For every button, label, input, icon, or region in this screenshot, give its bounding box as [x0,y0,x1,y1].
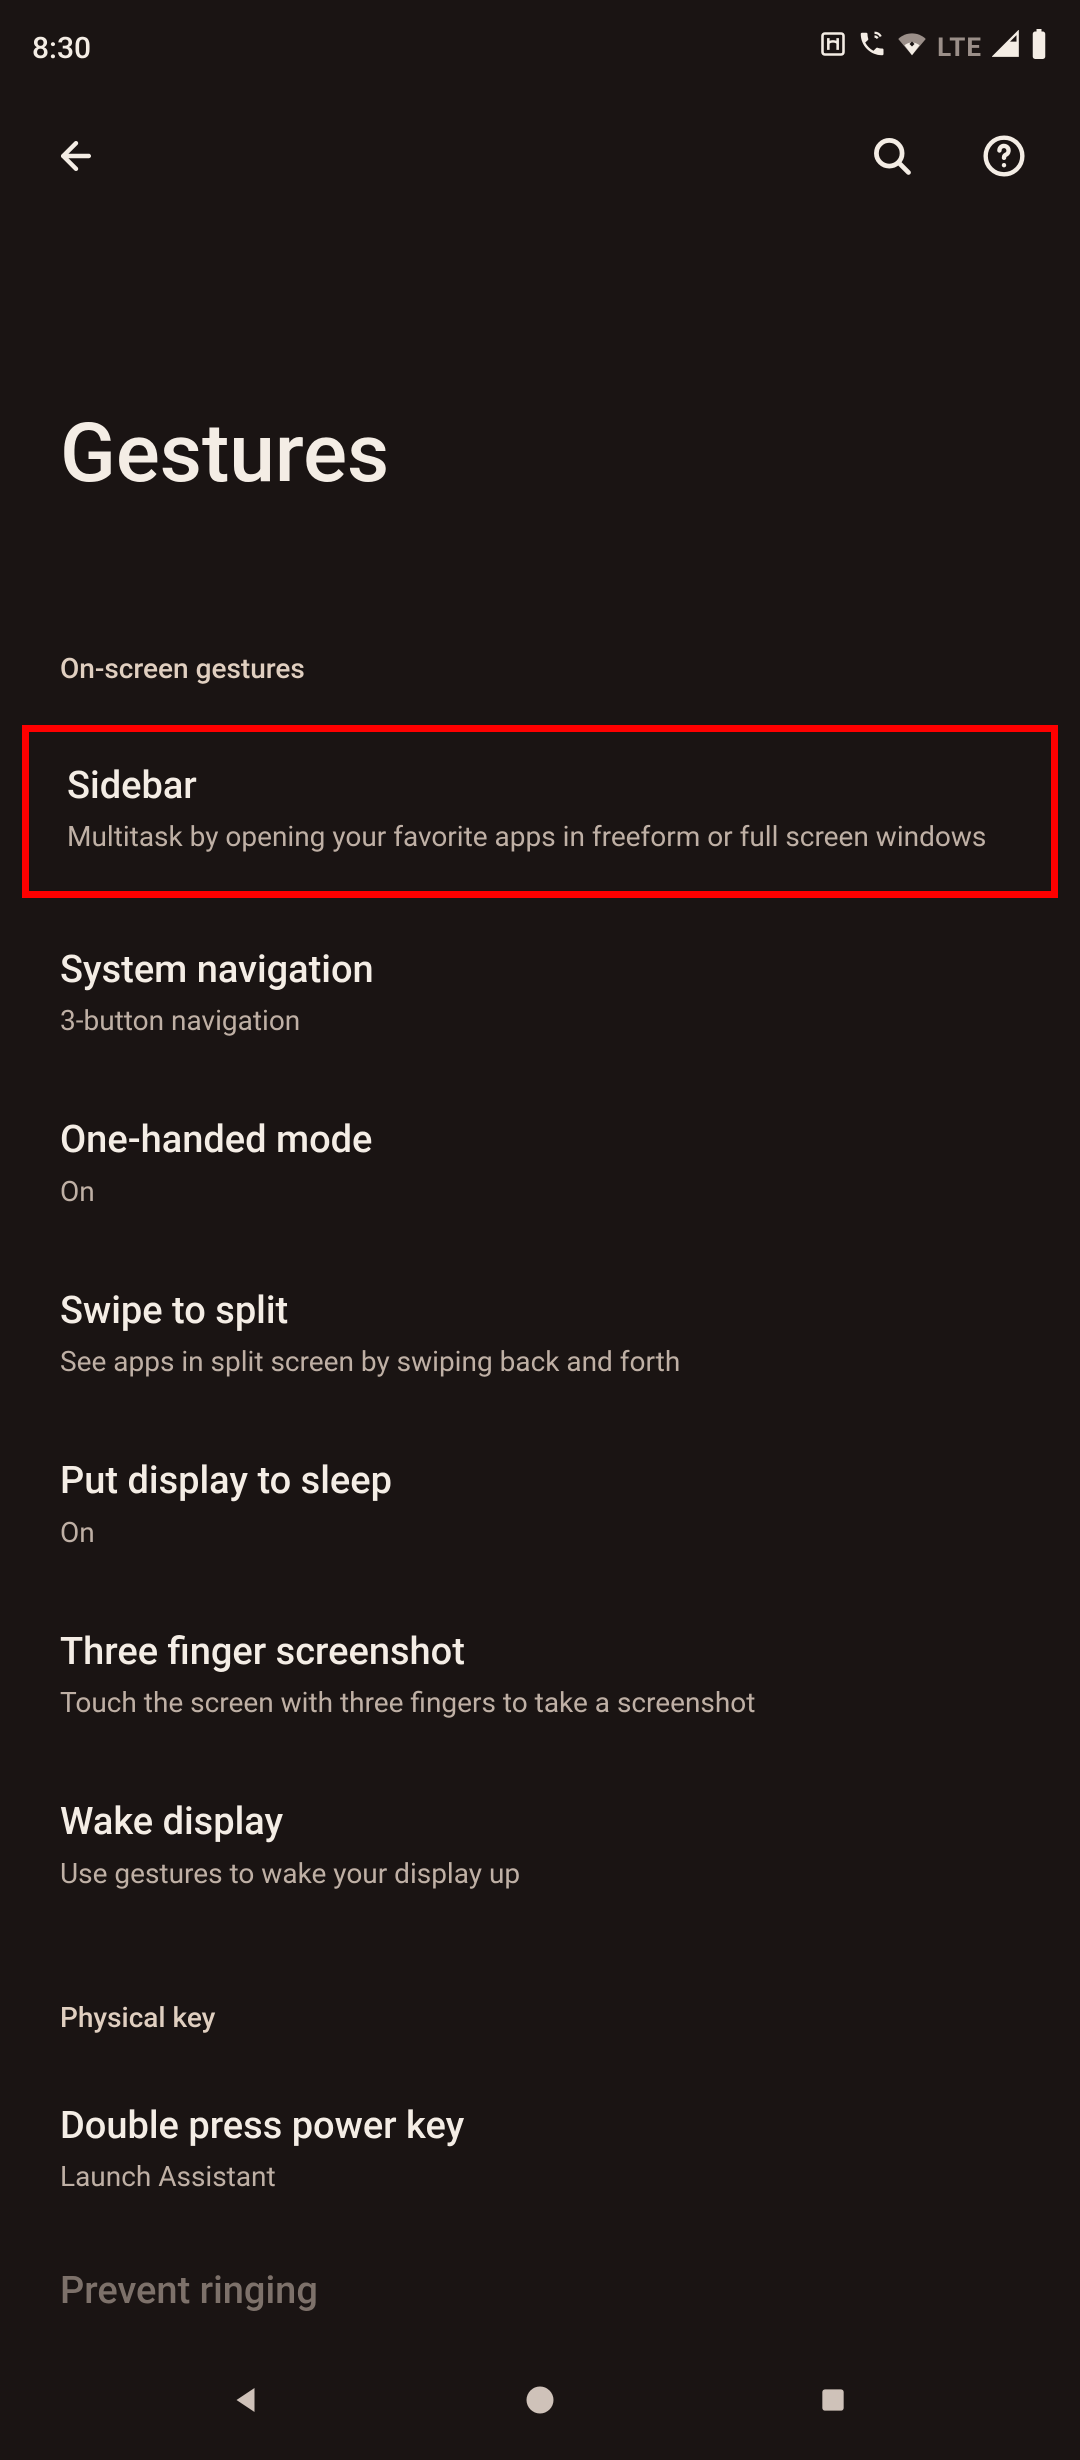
signal-icon [992,30,1020,66]
setting-subtitle: Use gestures to wake your display up [60,1854,1020,1893]
setting-subtitle: Touch the screen with three fingers to t… [60,1683,1020,1722]
setting-subtitle: On [60,1513,1020,1552]
setting-double-press-power-key[interactable]: Double press power key Launch Assistant [0,2064,1080,2235]
wifi-calling-icon [857,29,887,67]
setting-three-finger-screenshot[interactable]: Three finger screenshot Touch the screen… [0,1590,1080,1761]
nfc-icon [819,30,847,66]
setting-title: System navigation [60,946,1020,995]
nav-back-button[interactable] [207,2360,287,2440]
setting-prevent-ringing-cutoff[interactable]: Prevent ringing [0,2235,1080,2313]
app-bar [0,96,1080,216]
setting-title: Swipe to split [60,1287,1020,1336]
setting-title: Wake display [60,1798,1020,1847]
help-button[interactable] [968,120,1040,192]
setting-title: Three finger screenshot [60,1628,1020,1677]
status-time: 8:30 [32,31,91,66]
section-header-physical-key: Physical key [0,1931,1080,2064]
setting-subtitle: Launch Assistant [60,2157,1020,2196]
settings-list: On-screen gestures Sidebar Multitask by … [0,542,1080,2313]
battery-icon [1030,29,1048,67]
setting-one-handed-mode[interactable]: One-handed mode On [0,1078,1080,1249]
nav-home-button[interactable] [500,2360,580,2440]
back-button[interactable] [40,120,112,192]
section-header-onscreen: On-screen gestures [0,542,1080,715]
page-title: Gestures [0,216,1080,542]
search-button[interactable] [856,120,928,192]
highlight-box: Sidebar Multitask by opening your favori… [22,725,1058,898]
setting-wake-display[interactable]: Wake display Use gestures to wake your d… [0,1760,1080,1931]
nav-recent-button[interactable] [793,2360,873,2440]
setting-subtitle: On [60,1172,1020,1211]
wifi-icon [897,29,927,67]
setting-title: Put display to sleep [60,1457,1020,1506]
setting-title: Double press power key [60,2102,1020,2151]
setting-subtitle: 3-button navigation [60,1001,1020,1040]
setting-subtitle: See apps in split screen by swiping back… [60,1342,1020,1381]
setting-system-navigation[interactable]: System navigation 3-button navigation [0,908,1080,1079]
setting-put-display-to-sleep[interactable]: Put display to sleep On [0,1419,1080,1590]
setting-sidebar[interactable]: Sidebar Multitask by opening your favori… [29,732,1051,891]
setting-title: Sidebar [67,762,1013,811]
setting-title: One-handed mode [60,1116,1020,1165]
navigation-bar [0,2340,1080,2460]
setting-subtitle: Multitask by opening your favorite apps … [67,817,1013,856]
network-type-label: LTE [937,33,982,63]
status-bar: 8:30 LTE [0,0,1080,96]
setting-swipe-to-split[interactable]: Swipe to split See apps in split screen … [0,1249,1080,1420]
